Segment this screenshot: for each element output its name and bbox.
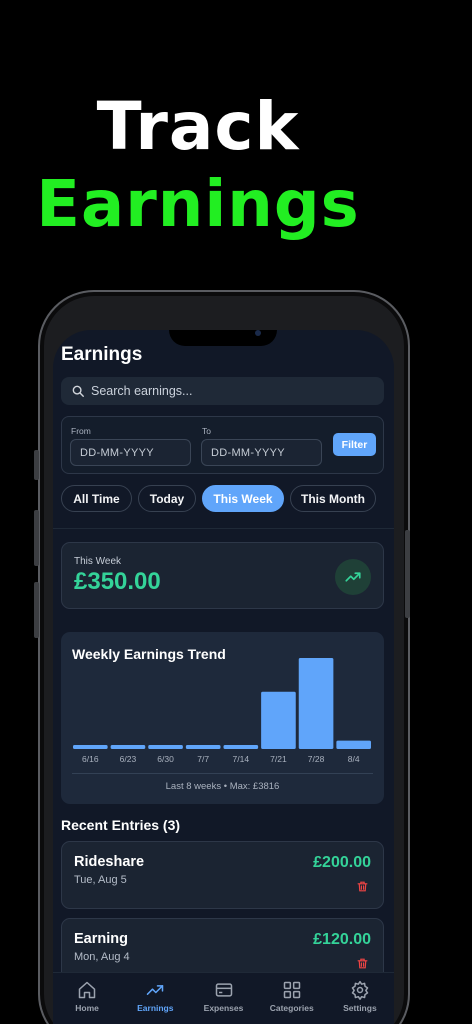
chip-this-week[interactable]: This Week — [202, 485, 284, 512]
entry-name: Earning — [74, 931, 128, 947]
tab-label: Earnings — [137, 1003, 174, 1013]
grid-icon — [283, 981, 300, 999]
recent-entries-title: Recent Entries (3) — [61, 817, 181, 833]
tab-label: Categories — [269, 1003, 314, 1013]
to-date-field[interactable]: DD-MM-YYYY — [201, 439, 322, 466]
credit-card-icon — [215, 983, 232, 997]
chip-this-month[interactable]: This Month — [290, 485, 376, 512]
search-icon — [72, 385, 84, 397]
section-divider — [53, 528, 394, 529]
chart-x-tick-label: 6/23 — [120, 754, 137, 764]
tab-earnings[interactable]: Earnings — [121, 973, 189, 1024]
volume-down-button — [34, 582, 39, 638]
search-bar[interactable] — [61, 377, 384, 405]
notch — [169, 330, 277, 346]
chart-x-tick-label: 7/28 — [308, 754, 325, 764]
chart-x-tick-label: 6/30 — [157, 754, 174, 764]
entry-name: Rideshare — [74, 854, 145, 870]
tab-expenses[interactable]: Expenses — [189, 973, 257, 1024]
power-button — [405, 530, 410, 618]
gear-icon — [351, 980, 369, 1000]
chip-today[interactable]: Today — [138, 485, 196, 512]
phone-screen: Earnings From DD-MM-YYYY To DD-MM-YYYY F… — [53, 330, 394, 1024]
filter-button[interactable]: Filter — [333, 433, 376, 456]
promo-line-2: Earnings — [36, 168, 360, 242]
summary-card: This Week £350.00 — [61, 542, 384, 609]
chart-bar — [73, 745, 108, 749]
chart-bar — [148, 745, 183, 749]
chart-x-tick-label: 7/14 — [233, 754, 250, 764]
entry-amount: £120.00 — [313, 931, 371, 948]
chart-bar — [336, 740, 371, 749]
period-chips: All Time Today This Week This Month — [61, 485, 376, 512]
trash-icon[interactable] — [356, 880, 369, 893]
trending-up-icon — [147, 985, 164, 995]
chart-bar — [185, 745, 221, 749]
tab-bar: Home Earnings Expenses Categories Settin… — [53, 972, 394, 1024]
chart-bar — [110, 745, 146, 749]
summary-amount: £350.00 — [74, 568, 161, 595]
from-label: From — [71, 426, 91, 436]
chart-x-tick-label: 7/7 — [197, 754, 209, 764]
tab-categories[interactable]: Categories — [258, 973, 326, 1024]
trash-icon[interactable] — [356, 957, 369, 970]
tab-home[interactable]: Home — [53, 973, 121, 1024]
entry-card[interactable]: Rideshare Tue, Aug 5 £200.00 — [61, 841, 384, 909]
entry-date: Tue, Aug 5 — [74, 874, 127, 886]
chart-x-tick-label: 8/4 — [348, 754, 360, 764]
search-input[interactable] — [91, 384, 351, 398]
tab-label: Settings — [343, 1003, 377, 1013]
mute-switch — [34, 450, 39, 480]
volume-up-button — [34, 510, 39, 566]
tab-label: Home — [75, 1003, 99, 1013]
chart-footer: Last 8 weeks • Max: £3816 — [165, 781, 280, 792]
tab-label: Expenses — [203, 1003, 244, 1013]
trending-up-icon — [345, 572, 361, 582]
tab-settings[interactable]: Settings — [326, 973, 394, 1024]
chart-bar — [261, 691, 296, 749]
entry-amount: £200.00 — [313, 854, 371, 871]
trend-badge — [335, 559, 371, 595]
entry-date: Mon, Aug 4 — [74, 951, 130, 963]
chart-card: Weekly Earnings Trend 6/16 6/23 6/30 7/7 7/1… — [61, 632, 384, 804]
promo-line-1: Track — [96, 88, 300, 165]
chart-x-tick-label: 6/16 — [82, 754, 99, 764]
chip-all-time[interactable]: All Time — [61, 485, 132, 512]
chart-footer-divider — [72, 773, 373, 774]
chart-bar — [223, 745, 259, 749]
from-date-field[interactable]: DD-MM-YYYY — [70, 439, 191, 466]
page-title: Earnings — [61, 344, 143, 365]
chart-x-tick-label: 7/21 — [270, 754, 287, 764]
bar-chart: 6/16 6/23 6/30 7/7 7/14 7/21 7/28 8/4 — [73, 658, 371, 764]
camera-icon — [255, 330, 261, 336]
chart-bar — [298, 658, 334, 749]
to-label: To — [202, 426, 211, 436]
date-filter-panel: From DD-MM-YYYY To DD-MM-YYYY Filter — [61, 416, 384, 474]
summary-label: This Week — [74, 556, 122, 567]
home-icon — [78, 981, 96, 999]
